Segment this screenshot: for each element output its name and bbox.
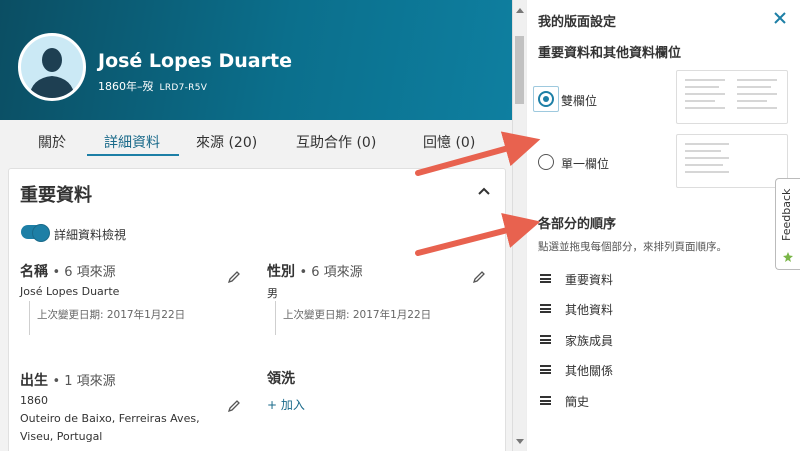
add-christening-link[interactable]: + 加入	[267, 396, 305, 413]
tab-collaborate[interactable]: 互助合作 (0)	[296, 132, 376, 152]
drag-handle-icon[interactable]	[540, 365, 551, 374]
divider	[29, 301, 30, 335]
person-dates: 1860年–歿	[98, 80, 154, 93]
panel-title: 我的版面設定	[538, 15, 617, 30]
one-column-radio[interactable]	[538, 154, 554, 170]
feedback-label: Feedback	[780, 188, 793, 241]
pencil-icon[interactable]	[227, 399, 241, 413]
order-item[interactable]: 其他資料	[540, 300, 740, 318]
name-label: 名稱	[20, 264, 48, 280]
order-item[interactable]: 其他關係	[540, 361, 740, 379]
order-item-label: 家族成員	[565, 334, 614, 348]
sex-label: 性別	[267, 264, 295, 280]
name-sources[interactable]: • 6 項來源	[52, 265, 115, 280]
birth-place-line1[interactable]: Outeiro de Baixo, Ferreiras Aves,	[20, 412, 200, 425]
feedback-tab[interactable]: Feedback	[775, 178, 800, 270]
name-last-changed: 上次變更日期: 2017年1月22日	[37, 309, 186, 321]
vitals-card: 重要資料 詳細資料檢視 名稱 • 6 項來源 José Lopes Duarte…	[8, 168, 506, 451]
drag-handle-icon[interactable]	[540, 335, 551, 344]
pencil-icon[interactable]	[472, 270, 486, 284]
layout-section-title: 重要資料和其他資料欄位	[538, 46, 682, 61]
order-hint: 點選並拖曳每個部分，來排列頁面順序。	[538, 241, 727, 253]
chevron-up-icon[interactable]	[475, 183, 493, 199]
avatar	[18, 33, 86, 101]
tab-about[interactable]: 關於	[38, 132, 66, 152]
birth-field-title: 出生 • 1 項來源	[20, 370, 116, 390]
birth-place-line2[interactable]: Viseu, Portugal	[20, 430, 102, 443]
order-item-label: 其他資料	[565, 303, 614, 317]
tab-bar: 關於 詳細資料 來源 (20) 互助合作 (0) 回憶 (0)	[0, 120, 512, 160]
two-column-radio[interactable]	[538, 91, 554, 107]
christening-field-title: 領洗	[267, 368, 295, 388]
close-icon[interactable]	[773, 11, 787, 25]
avatar-silhouette-icon	[21, 36, 83, 98]
order-item-label: 其他關係	[565, 364, 614, 378]
birth-sources[interactable]: • 1 項來源	[52, 374, 115, 389]
scrollbar[interactable]	[512, 0, 526, 451]
order-section-title: 各部分的順序	[538, 217, 617, 232]
person-meta: 1860年–歿 LRD7-R5V	[98, 78, 207, 94]
person-name: José Lopes Duarte	[98, 50, 292, 72]
person-id[interactable]: LRD7-R5V	[160, 83, 208, 93]
layout-settings-panel: 我的版面設定 重要資料和其他資料欄位 雙欄位 單一欄位 各部分的順序 點選並拖曳…	[527, 0, 800, 451]
order-item[interactable]: 家族成員	[540, 331, 740, 349]
person-header: José Lopes Duarte 1860年–歿 LRD7-R5V	[0, 0, 512, 120]
order-item[interactable]: 簡史	[540, 392, 740, 410]
christening-label: 領洗	[267, 371, 295, 387]
feedback-icon	[783, 252, 793, 262]
order-item-label: 簡史	[565, 395, 590, 409]
name-field-title: 名稱 • 6 項來源	[20, 261, 116, 281]
drag-handle-icon[interactable]	[540, 304, 551, 313]
two-column-label[interactable]: 雙欄位	[561, 92, 597, 109]
drag-handle-icon[interactable]	[540, 396, 551, 405]
name-value[interactable]: José Lopes Duarte	[20, 285, 119, 298]
birth-label: 出生	[20, 373, 48, 389]
drag-handle-icon[interactable]	[540, 274, 551, 283]
active-tab-indicator	[87, 154, 179, 156]
sex-value[interactable]: 男	[267, 285, 278, 301]
divider	[275, 301, 276, 335]
scroll-up-arrow-icon[interactable]	[516, 8, 524, 13]
tab-details[interactable]: 詳細資料	[104, 132, 160, 152]
birth-date[interactable]: 1860	[20, 394, 48, 407]
detail-view-label: 詳細資料檢視	[54, 228, 127, 242]
order-item[interactable]: 重要資料	[540, 270, 740, 288]
sex-sources[interactable]: • 6 項來源	[299, 265, 362, 280]
sex-last-changed: 上次變更日期: 2017年1月22日	[283, 309, 432, 321]
one-column-label[interactable]: 單一欄位	[561, 155, 609, 172]
scroll-down-arrow-icon[interactable]	[516, 439, 524, 444]
tab-sources[interactable]: 來源 (20)	[196, 132, 257, 152]
scroll-thumb[interactable]	[515, 36, 524, 104]
person-page: José Lopes Duarte 1860年–歿 LRD7-R5V 關於 詳細資…	[0, 0, 512, 451]
two-column-preview[interactable]	[676, 70, 788, 124]
order-item-label: 重要資料	[565, 273, 614, 287]
pencil-icon[interactable]	[227, 270, 241, 284]
card-title: 重要資料	[20, 185, 92, 206]
tab-memories[interactable]: 回憶 (0)	[423, 132, 475, 152]
sex-field-title: 性別 • 6 項來源	[267, 261, 363, 281]
detail-view-toggle[interactable]	[21, 224, 50, 242]
one-column-preview[interactable]	[676, 134, 788, 188]
